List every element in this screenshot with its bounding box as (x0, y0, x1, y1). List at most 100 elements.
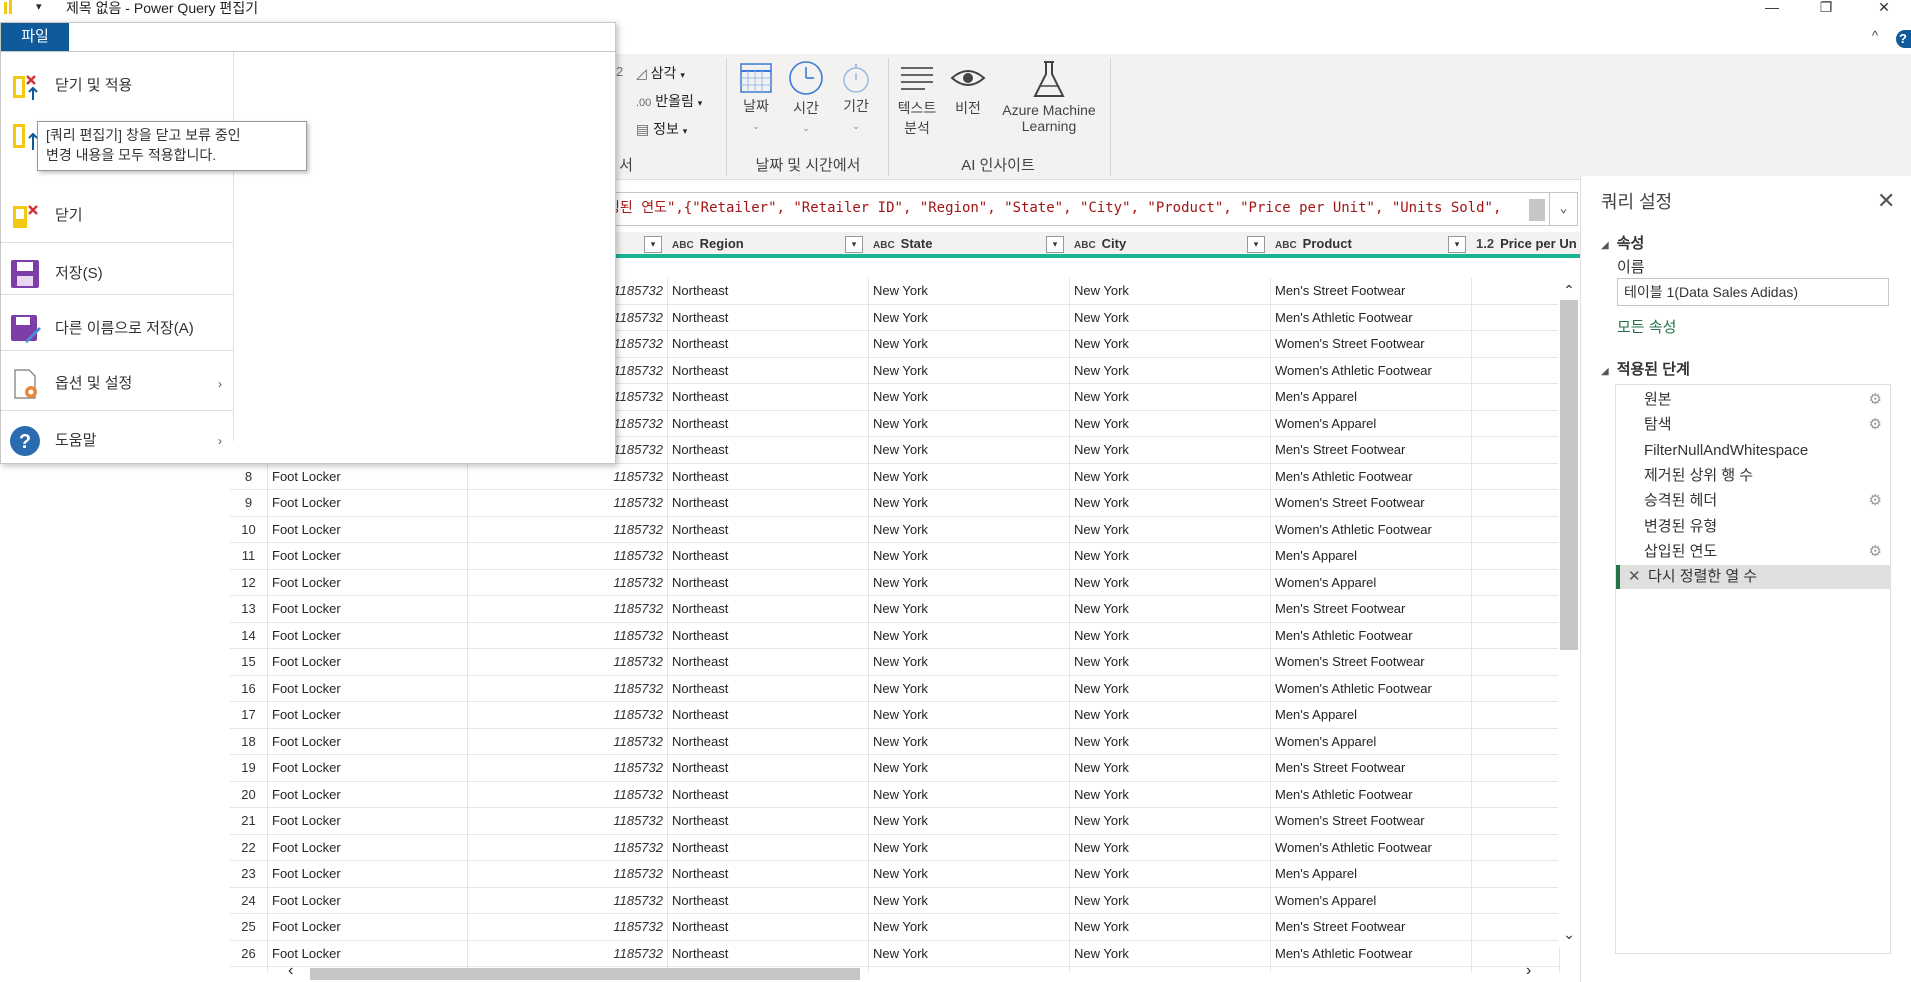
table-cell[interactable]: New York (869, 675, 1070, 702)
table-row[interactable]: 14 Foot Locker 1185732 Northeast New York New… (230, 622, 1560, 649)
column-filter-button[interactable]: ▾ (845, 236, 863, 253)
table-cell[interactable]: Men's Athletic Footwear (1271, 463, 1472, 490)
table-cell[interactable]: 1185732 (468, 781, 668, 808)
column-header-product[interactable]: ABC Product ▾ (1271, 232, 1472, 258)
applied-step[interactable]: 탐색 ⚙ (1616, 413, 1890, 437)
table-cell[interactable]: Women's Street Footwear (1271, 490, 1472, 516)
table-cell[interactable] (1472, 596, 1560, 622)
applied-step[interactable]: 제거된 상위 행 수 (1616, 464, 1890, 488)
table-cell[interactable]: New York (1070, 331, 1271, 357)
file-menu-item-help[interactable]: ? 도움말 › (1, 415, 234, 467)
table-cell[interactable]: New York (1070, 887, 1271, 914)
table-cell[interactable] (1472, 410, 1560, 437)
table-cell[interactable]: Men's Athletic Footwear (1271, 781, 1472, 808)
row-number[interactable]: 19 (230, 755, 268, 781)
table-cell[interactable]: 1185732 (468, 516, 668, 543)
table-cell[interactable]: Foot Locker (268, 543, 468, 569)
table-cell[interactable]: Foot Locker (268, 887, 468, 914)
table-cell[interactable]: Northeast (668, 410, 869, 437)
table-cell[interactable]: Northeast (668, 940, 869, 967)
table-cell[interactable]: New York (869, 861, 1070, 887)
row-number[interactable]: 21 (230, 808, 268, 834)
table-cell[interactable]: Women's Street Footwear (1271, 649, 1472, 675)
table-cell[interactable]: Foot Locker (268, 516, 468, 543)
table-cell[interactable]: 1185732 (468, 490, 668, 516)
applied-step[interactable]: 삽입된 연도 ⚙ (1616, 540, 1890, 564)
table-cell[interactable]: New York (1070, 861, 1271, 887)
table-row[interactable]: 16 Foot Locker 1185732 Northeast New York New… (230, 675, 1560, 702)
table-cell[interactable]: Northeast (668, 834, 869, 861)
table-cell[interactable]: New York (1070, 755, 1271, 781)
row-number[interactable]: 14 (230, 622, 268, 649)
text-analytics-button[interactable]: 텍스트 분석 (894, 60, 940, 138)
table-cell[interactable]: Men's Apparel (1271, 861, 1472, 887)
file-tab[interactable]: 파일 (1, 23, 69, 51)
table-cell[interactable] (1472, 357, 1560, 384)
table-cell[interactable]: New York (1070, 781, 1271, 808)
table-row[interactable]: 13 Foot Locker 1185732 Northeast New York New… (230, 596, 1560, 623)
table-cell[interactable]: 1185732 (468, 596, 668, 622)
applied-step[interactable]: FilterNullAndWhitespace (1616, 439, 1890, 463)
table-cell[interactable]: New York (869, 728, 1070, 755)
table-cell[interactable]: Foot Locker (268, 569, 468, 596)
collapse-ribbon-icon[interactable]: ^ (1872, 28, 1878, 43)
table-cell[interactable]: Foot Locker (268, 940, 468, 967)
table-cell[interactable] (1472, 728, 1560, 755)
table-cell[interactable] (1472, 569, 1560, 596)
table-cell[interactable]: 1185732 (468, 569, 668, 596)
table-cell[interactable]: New York (1070, 357, 1271, 384)
table-cell[interactable]: New York (1070, 569, 1271, 596)
table-cell[interactable]: Foot Locker (268, 861, 468, 887)
table-cell[interactable]: Foot Locker (268, 834, 468, 861)
file-menu-item-save[interactable]: 저장(S) (1, 248, 234, 300)
minimize-button[interactable]: — (1752, 0, 1792, 18)
table-cell[interactable]: New York (1070, 728, 1271, 755)
table-cell[interactable]: New York (1070, 649, 1271, 675)
table-cell[interactable]: New York (869, 940, 1070, 967)
row-number[interactable]: 17 (230, 702, 268, 728)
formula-scrollbar[interactable] (1529, 199, 1545, 221)
table-row[interactable]: 18 Foot Locker 1185732 Northeast New York New… (230, 728, 1560, 755)
scroll-left-icon[interactable]: ‹ (288, 962, 293, 980)
table-row[interactable]: 25 Foot Locker 1185732 Northeast New York New… (230, 914, 1560, 941)
table-cell[interactable]: New York (869, 808, 1070, 834)
table-cell[interactable]: Northeast (668, 675, 869, 702)
table-cell[interactable]: Men's Athletic Footwear (1271, 304, 1472, 331)
table-cell[interactable]: Men's Athletic Footwear (1271, 622, 1472, 649)
info-button[interactable]: ▤ 정보 ▾ (636, 116, 702, 144)
table-cell[interactable] (1472, 304, 1560, 331)
table-cell[interactable]: Northeast (668, 755, 869, 781)
table-cell[interactable]: New York (1070, 437, 1271, 463)
azure-ml-button[interactable]: Azure Machine Learning (994, 60, 1104, 134)
table-cell[interactable]: Women's Athletic Footwear (1271, 516, 1472, 543)
table-cell[interactable]: New York (869, 410, 1070, 437)
applied-step[interactable]: 다시 정렬한 열 수 ✕ (1616, 565, 1890, 590)
table-cell[interactable]: 1185732 (468, 834, 668, 861)
column-header-region[interactable]: ABC Region ▾ (668, 232, 869, 258)
quick-access-dropdown[interactable]: ▾ (36, 0, 42, 13)
properties-section[interactable]: ◢ 속성 (1601, 232, 1644, 253)
table-cell[interactable] (1472, 278, 1560, 304)
table-row[interactable]: 22 Foot Locker 1185732 Northeast New York New… (230, 834, 1560, 861)
table-cell[interactable] (1472, 781, 1560, 808)
applied-step[interactable]: 원본 ⚙ (1616, 388, 1890, 412)
table-row[interactable]: 10 Foot Locker 1185732 Northeast New York New… (230, 516, 1560, 543)
table-row[interactable]: 12 Foot Locker 1185732 Northeast New York New… (230, 569, 1560, 596)
table-cell[interactable]: New York (1070, 384, 1271, 410)
table-row[interactable]: 9 Foot Locker 1185732 Northeast New York New … (230, 490, 1560, 517)
table-cell[interactable]: 1185732 (468, 675, 668, 702)
table-cell[interactable]: Northeast (668, 596, 869, 622)
row-number[interactable]: 18 (230, 728, 268, 755)
table-row[interactable]: 21 Foot Locker 1185732 Northeast New York New… (230, 808, 1560, 835)
duration-button[interactable]: 기간 ⌄ (838, 60, 874, 132)
table-cell[interactable] (1472, 702, 1560, 728)
table-cell[interactable]: New York (869, 781, 1070, 808)
table-cell[interactable]: New York (869, 516, 1070, 543)
rounding-button[interactable]: .00 반올림 ▾ (636, 88, 702, 116)
table-cell[interactable]: Foot Locker (268, 490, 468, 516)
scroll-up-icon[interactable]: ⌃ (1558, 282, 1580, 302)
scrollbar-thumb[interactable] (310, 968, 860, 980)
table-cell[interactable]: New York (869, 543, 1070, 569)
table-cell[interactable]: Northeast (668, 304, 869, 331)
date-button[interactable]: 날짜 ⌄ (738, 60, 774, 132)
